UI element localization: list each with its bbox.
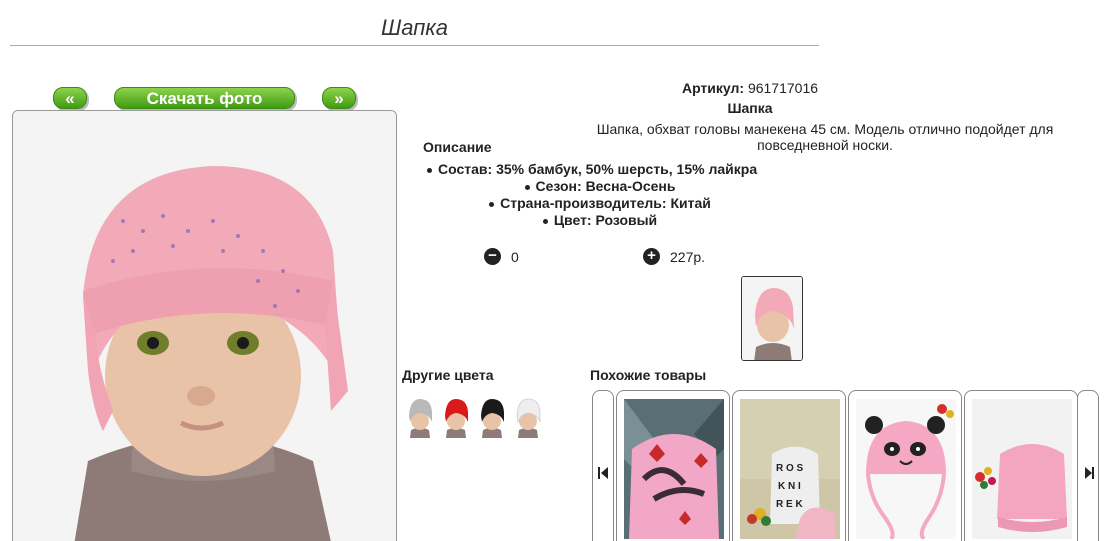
- letters-print-hat-image: R O S K N I R E K: [740, 399, 840, 539]
- prev-photo-button[interactable]: «: [53, 87, 87, 109]
- color-option-red[interactable]: [440, 396, 472, 438]
- sku-label: Артикул:: [681, 80, 745, 96]
- svg-text:R O S: R O S: [776, 463, 804, 474]
- property-list: Состав: 35% бамбук, 50% шерсть, 15% лайк…: [410, 161, 790, 229]
- similar-product-item[interactable]: R O S K N I R E K: [732, 390, 846, 541]
- child-in-pink-hat-image: [13, 111, 396, 541]
- price-block: + 227р.: [643, 248, 705, 265]
- svg-text:R E K: R E K: [776, 499, 803, 510]
- bullet-icon: [524, 184, 530, 190]
- page-title: Шапка: [10, 12, 819, 46]
- grey-hat-thumbnail: [409, 399, 432, 438]
- similar-product-item[interactable]: [848, 390, 962, 541]
- red-hat-thumbnail: [445, 399, 468, 438]
- bullet-icon: [489, 201, 495, 207]
- svg-text:K N I: K N I: [778, 481, 801, 492]
- skip-back-icon-bar: [598, 467, 600, 479]
- product-name: Шапка: [727, 100, 773, 116]
- property-item: Состав: 35% бамбук, 50% шерсть, 15% лайк…: [410, 161, 790, 178]
- white-hat-thumbnail: [516, 398, 541, 438]
- plus-icon[interactable]: +: [643, 248, 660, 265]
- carousel-prev-button[interactable]: [592, 390, 614, 541]
- description-heading: Описание: [423, 139, 492, 155]
- quantity-stepper: − 0: [484, 248, 519, 265]
- sku-value: 961717016: [747, 80, 819, 96]
- sku-line: Артикул: 961717016: [400, 80, 1100, 96]
- similar-product-item[interactable]: [616, 390, 730, 541]
- quantity-value: 0: [511, 248, 519, 265]
- download-photo-button[interactable]: Скачать фото: [114, 87, 295, 109]
- plain-pink-hat-image: [972, 399, 1072, 539]
- main-product-photo[interactable]: [12, 110, 397, 541]
- skip-back-icon: [601, 467, 608, 479]
- carousel-next-button[interactable]: [1077, 390, 1099, 541]
- color-option-white[interactable]: [512, 396, 544, 438]
- bullet-icon: [427, 167, 432, 173]
- skip-forward-icon-bar: [1092, 467, 1094, 479]
- property-item: Страна-производитель: Китай: [410, 195, 790, 212]
- color-option-grey[interactable]: [404, 396, 436, 438]
- selected-photo-thumbnail[interactable]: [741, 276, 803, 361]
- thumbnail-image: [742, 277, 802, 360]
- similar-product-item[interactable]: [964, 390, 1078, 541]
- skip-forward-icon: [1085, 467, 1092, 479]
- color-option-black[interactable]: [476, 396, 508, 438]
- next-photo-button[interactable]: »: [322, 87, 356, 109]
- property-item: Сезон: Весна-Осень: [410, 178, 790, 195]
- bullet-icon: [542, 218, 548, 224]
- other-colors-title: Другие цвета: [402, 367, 494, 383]
- similar-products-title: Похожие товары: [590, 367, 707, 383]
- panda-hat-image: [856, 399, 956, 539]
- price-value: 227р.: [670, 248, 706, 265]
- property-item: Цвет: Розовый: [410, 212, 790, 229]
- minus-icon[interactable]: −: [484, 248, 501, 265]
- product-description: Шапка, обхват головы манекена 45 см. Мод…: [596, 121, 1054, 153]
- black-hat-thumbnail: [481, 399, 504, 438]
- pink-hat-with-flowers-image: [624, 399, 724, 539]
